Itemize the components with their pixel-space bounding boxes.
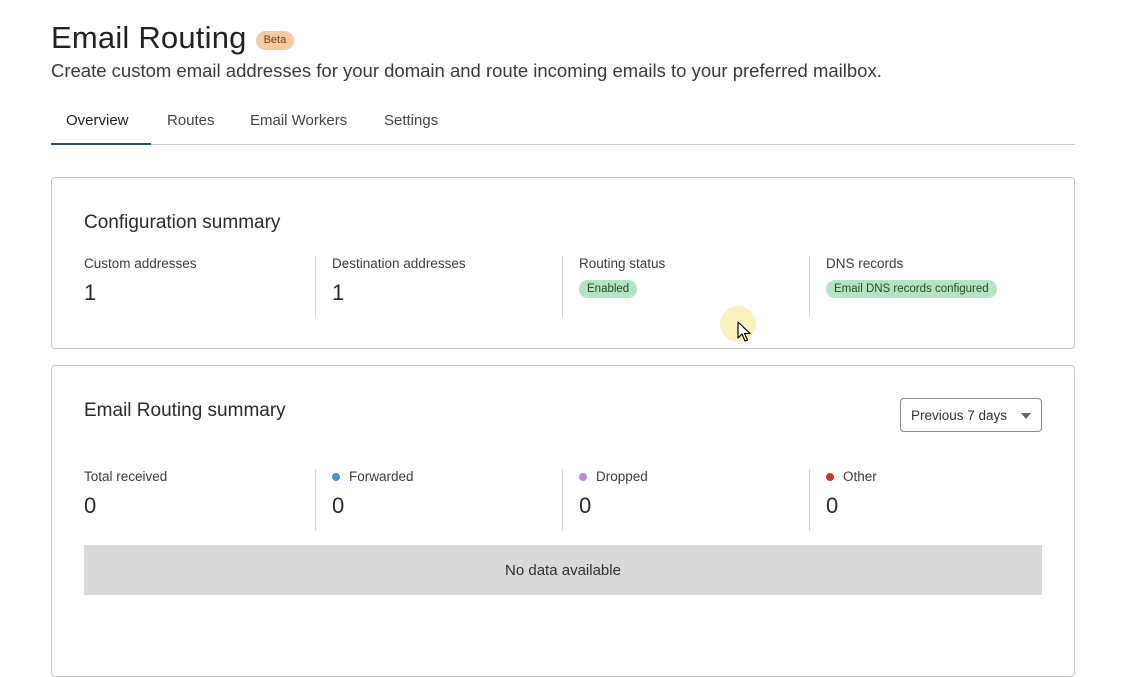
routing-status-label: Routing status	[579, 256, 666, 271]
dropped-value: 0	[579, 493, 592, 518]
routing-status-badge: Enabled	[579, 280, 638, 298]
dropped-dot-icon	[579, 472, 587, 481]
tab-bar: Overview Routes Email Workers Settings	[51, 100, 1075, 145]
mouse-pointer-icon	[737, 321, 751, 342]
destination-addresses-stat: Destination addresses 1	[315, 256, 563, 318]
tab-email-workers[interactable]: Email Workers	[250, 112, 347, 130]
period-select[interactable]: Previous 7 days	[900, 398, 1042, 432]
chevron-down-icon	[1021, 413, 1031, 419]
no-data-placeholder: No data available	[84, 545, 1042, 595]
beta-badge: Beta	[255, 30, 295, 50]
total-received-label: Total received	[84, 469, 168, 484]
other-stat: Other 0	[809, 469, 1057, 531]
page-title: Email Routing	[51, 20, 247, 55]
forwarded-label-row: Forwarded	[332, 469, 414, 484]
dropped-label-row: Dropped	[579, 469, 648, 484]
dns-records-label: DNS records	[826, 256, 904, 271]
dropped-label: Dropped	[596, 469, 648, 484]
email-routing-summary-card: Email Routing summary Previous 7 days To…	[51, 365, 1075, 677]
configuration-summary-card: Configuration summary Custom addresses 1…	[51, 177, 1075, 349]
custom-addresses-stat: Custom addresses 1	[84, 256, 331, 318]
forwarded-value: 0	[332, 493, 345, 518]
tab-routes[interactable]: Routes	[167, 112, 215, 130]
title-row: Email Routing Beta	[51, 18, 882, 58]
other-dot-icon	[826, 472, 834, 481]
forwarded-label: Forwarded	[349, 469, 414, 484]
other-value: 0	[826, 493, 839, 518]
period-select-value: Previous 7 days	[911, 407, 1008, 423]
destination-addresses-label: Destination addresses	[332, 256, 466, 271]
dns-records-badge: Email DNS records configured	[826, 280, 997, 298]
destination-addresses-value: 1	[332, 280, 345, 305]
page-subtitle: Create custom email addresses for your d…	[51, 60, 882, 81]
custom-addresses-value: 1	[84, 280, 97, 305]
page-header: Email Routing Beta Create custom email a…	[51, 18, 882, 83]
dns-records-stat: DNS records Email DNS records configured	[809, 256, 1057, 318]
forwarded-dot-icon	[332, 472, 340, 481]
configuration-summary-title: Configuration summary	[84, 212, 281, 233]
tab-settings[interactable]: Settings	[384, 112, 438, 130]
email-routing-summary-title: Email Routing summary	[84, 400, 286, 421]
active-tab-indicator	[51, 143, 151, 145]
other-label-row: Other	[826, 469, 877, 484]
routing-status-stat: Routing status Enabled	[562, 256, 810, 318]
tab-overview[interactable]: Overview	[66, 112, 129, 130]
total-received-value: 0	[84, 493, 97, 518]
custom-addresses-label: Custom addresses	[84, 256, 197, 271]
total-received-stat: Total received 0	[84, 469, 331, 531]
other-label: Other	[843, 469, 877, 484]
dropped-stat: Dropped 0	[562, 469, 810, 531]
forwarded-stat: Forwarded 0	[315, 469, 563, 531]
